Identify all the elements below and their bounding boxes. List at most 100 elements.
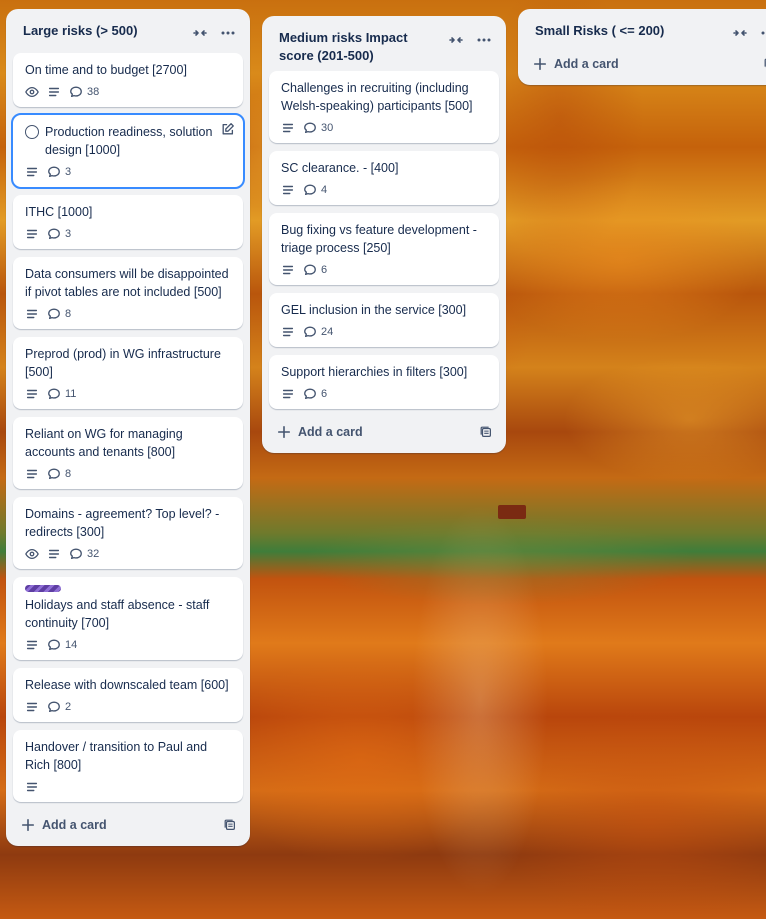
- comment-count: 4: [321, 184, 328, 196]
- comment-icon: [303, 183, 317, 197]
- card[interactable]: GEL inclusion in the service [300] 24: [269, 293, 499, 347]
- card[interactable]: Production readiness, solution design [1…: [11, 113, 245, 189]
- list-header: Large risks (> 500): [6, 9, 250, 53]
- template-icon[interactable]: [758, 57, 766, 71]
- card-title: Holidays and staff absence - staff conti…: [25, 598, 210, 630]
- eye-icon: [25, 547, 39, 561]
- card-title: Release with downscaled team [600]: [25, 678, 229, 692]
- card[interactable]: Domains - agreement? Top level? - redire…: [13, 497, 243, 569]
- more-icon[interactable]: [214, 21, 242, 45]
- board-lists: Large risks (> 500) On time and to budget…: [6, 9, 766, 846]
- description-icon: [25, 307, 39, 321]
- eye-icon: [25, 85, 39, 99]
- card-title: Production readiness, solution design [1…: [45, 125, 213, 157]
- description-icon: [281, 263, 295, 277]
- card[interactable]: Holidays and staff absence - staff conti…: [13, 577, 243, 660]
- comment-icon: [303, 263, 317, 277]
- comment-badge: 8: [47, 467, 71, 481]
- add-card-button[interactable]: Add a card: [262, 413, 506, 453]
- card-badges: 14: [25, 637, 231, 653]
- card-title-row: ITHC [1000]: [25, 203, 231, 221]
- description-icon: [25, 387, 39, 401]
- card-title-row: Domains - agreement? Top level? - redire…: [25, 505, 231, 541]
- add-card-label: Add a card: [554, 57, 619, 71]
- more-icon[interactable]: [470, 28, 498, 52]
- list-column: Small Risks ( <= 200) Add a card: [518, 9, 766, 85]
- card[interactable]: Handover / transition to Paul and Rich […: [13, 730, 243, 802]
- comment-count: 2: [65, 701, 72, 713]
- card-badges: [25, 779, 231, 795]
- card-labels: [25, 585, 231, 592]
- card-list: Challenges in recruiting (including Wels…: [262, 71, 506, 409]
- card-badges: 2: [25, 699, 231, 715]
- card[interactable]: Challenges in recruiting (including Wels…: [269, 71, 499, 143]
- card-title-row: Data consumers will be disappointed if p…: [25, 265, 231, 301]
- comment-count: 30: [321, 122, 334, 134]
- comment-badge: 6: [303, 263, 327, 277]
- collapse-icon[interactable]: [186, 21, 214, 45]
- card[interactable]: Preprod (prod) in WG infrastructure [500…: [13, 337, 243, 409]
- checkbox-circle-icon[interactable]: [25, 125, 39, 139]
- comment-count: 6: [321, 264, 328, 276]
- list-title[interactable]: Small Risks ( <= 200): [535, 21, 726, 40]
- description-icon: [281, 387, 295, 401]
- description-icon: [25, 467, 39, 481]
- comment-icon: [47, 700, 61, 714]
- template-icon[interactable]: [474, 425, 498, 439]
- card[interactable]: SC clearance. - [400] 4: [269, 151, 499, 205]
- more-icon[interactable]: [754, 21, 766, 45]
- comment-badge: 30: [303, 121, 333, 135]
- plus-icon: [276, 425, 292, 439]
- plus-icon: [20, 818, 36, 832]
- card[interactable]: Reliant on WG for managing accounts and …: [13, 417, 243, 489]
- card[interactable]: ITHC [1000] 3: [13, 195, 243, 249]
- add-card-button[interactable]: Add a card: [518, 45, 766, 85]
- description-icon: [25, 227, 39, 241]
- description-icon: [25, 780, 39, 794]
- comment-icon: [47, 227, 61, 241]
- card-title-row: Support hierarchies in filters [300]: [281, 363, 487, 381]
- comment-count: 8: [65, 308, 72, 320]
- card[interactable]: Support hierarchies in filters [300] 6: [269, 355, 499, 409]
- card-title-row: Production readiness, solution design [1…: [25, 123, 231, 159]
- card[interactable]: Bug fixing vs feature development - tria…: [269, 213, 499, 285]
- card[interactable]: Data consumers will be disappointed if p…: [13, 257, 243, 329]
- comment-count: 6: [321, 388, 328, 400]
- card-badges: 11: [25, 386, 231, 402]
- card-badges: 32: [25, 546, 231, 562]
- card[interactable]: Release with downscaled team [600] 2: [13, 668, 243, 722]
- list-column: Large risks (> 500) On time and to budget…: [6, 9, 250, 846]
- card-title: On time and to budget [2700]: [25, 63, 187, 77]
- add-card-label: Add a card: [42, 818, 107, 832]
- add-card-label: Add a card: [298, 425, 363, 439]
- description-icon: [281, 183, 295, 197]
- comment-badge: 24: [303, 325, 333, 339]
- card-title: SC clearance. - [400]: [281, 161, 399, 175]
- comment-count: 24: [321, 326, 334, 338]
- comment-icon: [303, 387, 317, 401]
- template-icon[interactable]: [218, 818, 242, 832]
- add-card-button[interactable]: Add a card: [6, 806, 250, 846]
- card-title: Challenges in recruiting (including Wels…: [281, 81, 473, 113]
- description-icon: [25, 165, 39, 179]
- card-badges: 3: [25, 226, 231, 242]
- collapse-icon[interactable]: [442, 28, 470, 52]
- comment-badge: 11: [47, 387, 76, 401]
- collapse-icon[interactable]: [726, 21, 754, 45]
- comment-badge: 8: [47, 307, 71, 321]
- description-icon: [281, 325, 295, 339]
- card-title: Data consumers will be disappointed if p…: [25, 267, 229, 299]
- card-title-row: Holidays and staff absence - staff conti…: [25, 596, 231, 632]
- label-purple[interactable]: [25, 585, 61, 592]
- card-badges: 3: [25, 164, 231, 180]
- card-title-row: Handover / transition to Paul and Rich […: [25, 738, 231, 774]
- edit-icon[interactable]: [221, 122, 235, 141]
- comment-count: 3: [65, 228, 72, 240]
- comment-badge: 6: [303, 387, 327, 401]
- list-title[interactable]: Medium risks Impact score (201-500): [279, 28, 442, 65]
- card-title: GEL inclusion in the service [300]: [281, 303, 467, 317]
- card[interactable]: On time and to budget [2700] 38: [13, 53, 243, 107]
- list-title[interactable]: Large risks (> 500): [23, 21, 186, 40]
- card-badges: 4: [281, 182, 487, 198]
- comment-badge: 4: [303, 183, 327, 197]
